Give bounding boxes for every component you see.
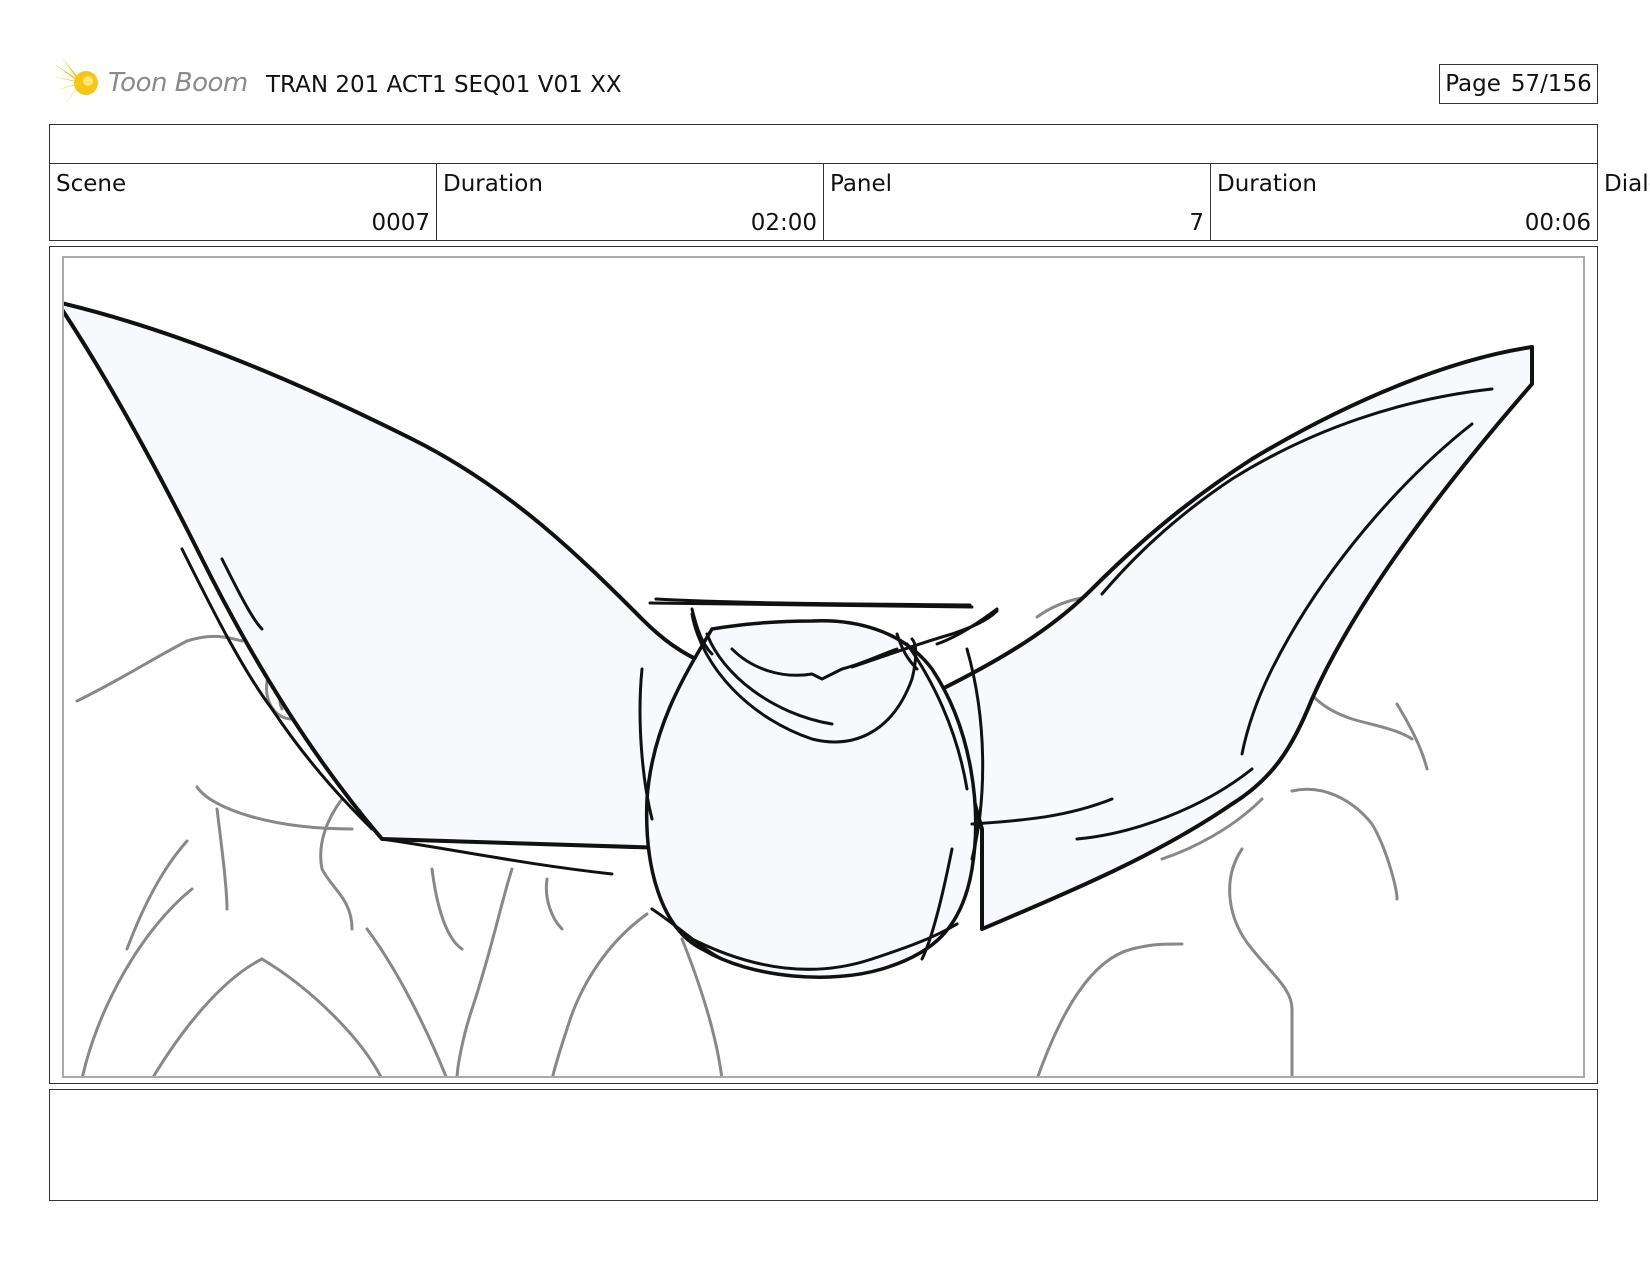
scene-value: 0007 (371, 210, 430, 236)
panel-cell: Panel 7 (824, 163, 1211, 240)
dialog-label: Dialo (1604, 171, 1650, 197)
header-strip (49, 124, 1598, 164)
left-wing-sketch (64, 301, 709, 851)
logo-text: Toon Boom (108, 68, 248, 98)
panel-duration-label: Duration (1217, 171, 1317, 197)
sketch-drawing (64, 301, 1534, 1076)
storyboard-panel (49, 246, 1598, 1084)
scene-label: Scene (56, 171, 127, 197)
page-number: 57/156 (1510, 71, 1592, 97)
scene-cell: Scene 0007 (50, 163, 437, 240)
document-title: TRAN 201 ACT1 SEQ01 V01 XX (266, 72, 622, 98)
scene-duration-label: Duration (443, 171, 543, 197)
page-indicator: Page 57/156 (1439, 64, 1598, 104)
panel-label: Panel (830, 171, 893, 197)
notes-box (49, 1089, 1598, 1201)
panel-duration-cell: Duration 00:06 (1211, 163, 1597, 240)
scene-duration-value: 02:00 (750, 210, 817, 236)
panel-value: 7 (1189, 210, 1204, 236)
scene-duration-cell: Duration 02:00 (437, 163, 824, 240)
toon-boom-star-icon (52, 58, 98, 106)
page-label: Page (1445, 71, 1501, 97)
panel-drawing-area (62, 256, 1585, 1078)
right-wing-sketch (940, 345, 1534, 931)
info-row: Scene 0007 Duration 02:00 Panel 7 Durati… (49, 163, 1598, 241)
panel-duration-value: 00:06 (1524, 210, 1591, 236)
toon-boom-logo: Toon Boom (52, 56, 252, 110)
